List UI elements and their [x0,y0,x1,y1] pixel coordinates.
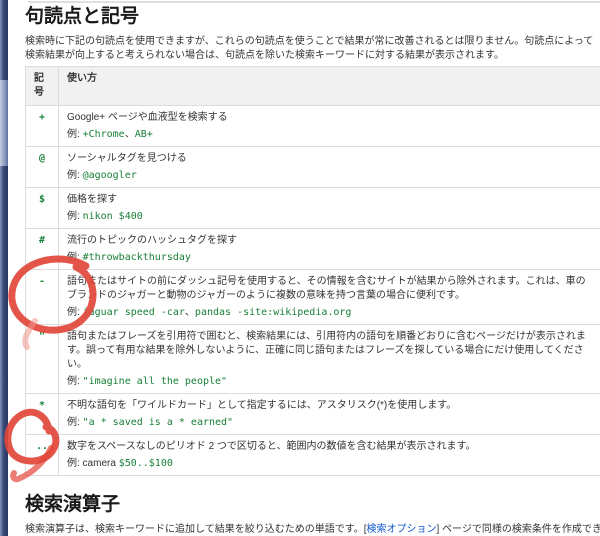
symbol-cell: - [25,269,59,325]
usage-cell: 数字をスペースなしのピリオド 2 つで区切ると、範囲内の数値を含む結果が表示され… [58,434,600,476]
symbol-cell: @ [25,146,59,188]
usage-cell: 語句またはサイトの前にダッシュ記号を使用すると、その情報を含むサイトが結果から除… [58,269,600,325]
operators-paragraph: 検索演算子は、検索キーワードに追加して結果を絞り込むための単語です。[検索オプシ… [25,523,600,536]
table-header-usage: 使い方 [58,66,600,106]
usage-description: 語句またはフレーズを引用符で囲むと、検索結果には、引用符内の語句を順番どおりに含… [67,331,586,370]
table-header-row: 記号 使い方 [25,66,600,106]
usage-example: 例: +Chrome、AB+ [67,128,593,141]
table-row: + Google+ ページや血液型を検索する 例: +Chrome、AB+ [25,105,600,147]
example-code: pandas -site:wikipedia.org [194,307,352,318]
example-text: 例: [67,252,83,263]
operators-text-pre: 検索演算子は、検索キーワードに追加して結果を絞り込むための単語です。[ [25,524,367,535]
usage-cell: Google+ ページや血液型を検索する 例: +Chrome、AB+ [58,105,600,147]
scrollbar-thumb[interactable] [0,80,8,166]
example-text: 例: [67,417,83,428]
example-code: +Chrome [82,129,125,140]
example-text: 例: camera [67,458,119,469]
usage-description: 語句またはサイトの前にダッシュ記号を使用すると、その情報を含むサイトが結果から除… [67,276,586,301]
usage-description: 流行のトピックのハッシュタグを探す [67,235,237,246]
intro-paragraph: 検索時に下記の句読点を使用できますが、これらの句読点を使うことで結果が常に改善さ… [25,36,594,61]
example-code: @agoogler [82,170,137,181]
table-row: $ 価格を探す 例: nikon $400 [25,187,600,229]
usage-description: Google+ ページや血液型を検索する [67,112,228,123]
symbol-cell: * [25,393,59,435]
symbols-table: 記号 使い方 + Google+ ページや血液型を検索する 例: +Chrome、A… [25,66,600,476]
page-canvas: 句読点と記号 検索時に下記の句読点を使用できますが、これらの句読点を使うことで結… [0,0,600,536]
table-row: * 不明な語句を「ワイルドカード」として指定するには、アスタリスク(*)を使用しま… [25,393,600,435]
usage-example: 例: @agoogler [67,169,593,182]
usage-cell: 不明な語句を「ワイルドカード」として指定するには、アスタリスク(*)を使用します… [58,393,600,435]
section-title-operators: 検索演算子 [25,494,121,515]
symbol-cell: + [25,105,59,147]
example-code: #throwbackthursday [82,252,191,263]
example-code: nikon $400 [82,211,143,222]
usage-cell: 語句またはフレーズを引用符で囲むと、検索結果には、引用符内の語句を順番どおりに含… [58,324,600,394]
table-header-symbol: 記号 [25,66,59,106]
example-code: AB+ [134,129,153,140]
usage-description: 不明な語句を「ワイルドカード」として指定するには、アスタリスク(*)を使用します… [67,400,457,411]
table-row: .. 数字をスペースなしのピリオド 2 つで区切ると、範囲内の数値を含む結果が表示… [25,434,600,476]
symbol-cell: .. [25,434,59,476]
example-text: 例: [67,211,83,222]
symbol-cell: # [25,228,59,270]
search-options-link[interactable]: 検索オプション [366,524,436,535]
usage-cell: 価格を探す例: nikon $400 [58,187,600,229]
usage-description: 価格を探す [67,194,117,205]
page-title: 句読点と記号 [25,6,140,27]
table-row: " 語句またはフレーズを引用符で囲むと、検索結果には、引用符内の語句を順番どおりに… [25,324,600,394]
example-text: 、 [124,129,135,140]
usage-example: 例: camera $50..$100 [67,457,593,470]
left-scrollbar-track[interactable] [0,0,8,536]
example-text: 、 [184,307,195,318]
example-code: jaguar speed -car [82,307,185,318]
usage-description: ソーシャルタグを見つける [67,153,187,164]
symbols-table-body: + Google+ ページや血液型を検索する 例: +Chrome、AB+ @ ソーシャ… [25,105,600,476]
usage-example: 例: jaguar speed -car、pandas -site:wikipe… [67,306,593,319]
example-code: "imagine all the people" [82,376,228,387]
example-code: $50..$100 [118,458,173,469]
example-text: 例: [67,307,83,318]
usage-example: 例: "a * saved is a * earned" [67,416,593,429]
example-text: 例: [67,376,83,387]
usage-description: 数字をスペースなしのピリオド 2 つで区切ると、範囲内の数値を含む結果が表示され… [67,441,476,452]
usage-cell: ソーシャルタグを見つける 例: @agoogler [58,146,600,188]
help-article: 句読点と記号 検索時に下記の句読点を使用できますが、これらの句読点を使うことで結… [25,0,600,536]
symbol-cell: $ [25,187,59,229]
example-text: 例: [67,170,83,181]
table-row: - 語句またはサイトの前にダッシュ記号を使用すると、その情報を含むサイトが結果から… [25,269,600,325]
usage-example: 例: nikon $400 [67,210,593,223]
symbol-cell: " [25,324,59,394]
example-text: 例: [67,129,83,140]
usage-example: 例: "imagine all the people" [67,375,593,388]
table-row: @ ソーシャルタグを見つける 例: @agoogler [25,146,600,188]
usage-cell: 流行のトピックのハッシュタグを探す 例: #throwbackthursday [58,228,600,270]
table-row: # 流行のトピックのハッシュタグを探す 例: #throwbackthursday [25,228,600,270]
usage-example: 例: #throwbackthursday [67,251,593,264]
example-code: "a * saved is a * earned" [82,417,234,428]
